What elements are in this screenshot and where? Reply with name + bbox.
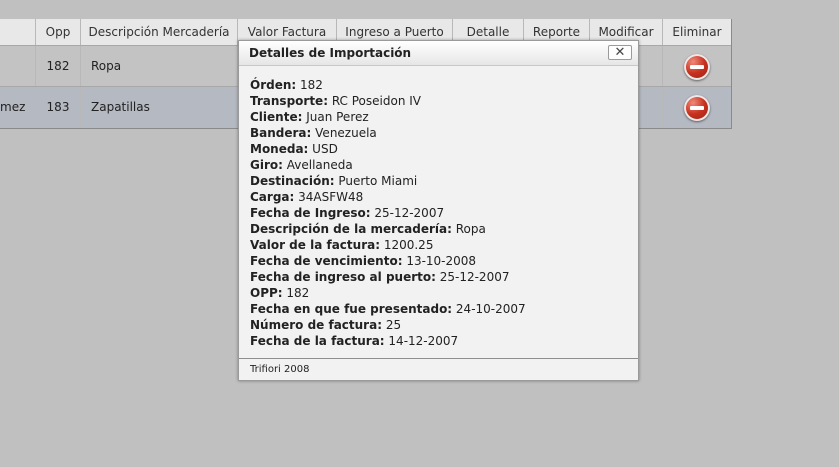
detail-label: Bandera:: [250, 126, 312, 140]
detail-value: 25: [382, 318, 402, 332]
close-button[interactable]: ✕: [608, 45, 632, 60]
dialog-title: Detalles de Importación: [249, 46, 412, 60]
detail-value: USD: [308, 142, 338, 156]
detail-label: Fecha en que fue presentado:: [250, 302, 453, 316]
detail-label: Carga:: [250, 190, 295, 204]
close-icon: ✕: [614, 45, 626, 60]
detail-value: Avellaneda: [282, 158, 353, 172]
cell-client: mez: [0, 100, 26, 114]
detail-value: 25-12-2007: [435, 270, 510, 284]
detail-value: RC Poseidon IV: [328, 94, 421, 108]
detail-label: OPP:: [250, 286, 283, 300]
detail-line: Giro: Avellaneda: [250, 157, 630, 173]
detail-label: Fecha de Ingreso:: [250, 206, 371, 220]
detail-line: Bandera: Venezuela: [250, 125, 630, 141]
cell-description: Zapatillas: [80, 87, 237, 128]
cell-delete: [662, 87, 731, 128]
detail-line: Fecha de vencimiento: 13-10-2008: [250, 253, 630, 269]
detail-label: Transporte:: [250, 94, 328, 108]
detail-line: Fecha en que fue presentado: 24-10-2007: [250, 301, 630, 317]
detail-value: 182: [296, 78, 323, 92]
detail-label: Cliente:: [250, 110, 303, 124]
cell-opp: 182: [35, 46, 80, 87]
header-client: [0, 19, 35, 45]
detail-value: Puerto Miami: [334, 174, 418, 188]
detail-value: 25-12-2007: [370, 206, 445, 220]
detail-value: Ropa: [451, 222, 486, 236]
footer-divider: [239, 358, 638, 359]
cell-description: Ropa: [80, 46, 237, 87]
cell-client: [0, 46, 35, 87]
detail-label: Giro:: [250, 158, 283, 172]
header-delete: Eliminar: [662, 19, 731, 45]
detail-label: Destinación:: [250, 174, 335, 188]
detail-value: 34ASFW48: [294, 190, 364, 204]
detail-line: Carga: 34ASFW48: [250, 189, 630, 205]
detail-value: 13-10-2008: [402, 254, 477, 268]
header-opp[interactable]: Opp: [35, 19, 80, 45]
details-list: Órden: 182 Transporte: RC Poseidon IV Clie…: [250, 77, 630, 349]
detail-label: Fecha de ingreso al puerto:: [250, 270, 436, 284]
detail-line: Descripción de la mercadería: Ropa: [250, 221, 630, 237]
detail-line: Moneda: USD: [250, 141, 630, 157]
detail-line: Valor de la factura: 1200.25: [250, 237, 630, 253]
detail-line: OPP: 182: [250, 285, 630, 301]
delete-icon[interactable]: [684, 94, 710, 121]
delete-icon[interactable]: [684, 53, 710, 80]
detail-value: 1200.25: [380, 238, 434, 252]
header-description[interactable]: Descripción Mercadería: [80, 19, 237, 45]
dialog-footer: Trifiori 2008: [250, 364, 310, 375]
detail-value: Juan Perez: [302, 110, 369, 124]
detail-label: Moneda:: [250, 142, 309, 156]
detail-label: Número de factura:: [250, 318, 382, 332]
detail-value: 24-10-2007: [452, 302, 526, 316]
detail-line: Cliente: Juan Perez: [250, 109, 630, 125]
detail-value: Venezuela: [311, 126, 377, 140]
detail-value: 182: [282, 286, 310, 300]
dialog-titlebar: Detalles de Importación ✕: [239, 41, 638, 66]
detail-line: Fecha de Ingreso: 25-12-2007: [250, 205, 630, 221]
detail-line: Fecha de la factura: 14-12-2007: [250, 333, 630, 349]
detail-label: Valor de la factura:: [250, 238, 381, 252]
detail-line: Destinación: Puerto Miami: [250, 173, 630, 189]
detail-line: Número de factura: 25: [250, 317, 630, 333]
detail-label: Fecha de la factura:: [250, 334, 385, 348]
detail-line: Fecha de ingreso al puerto: 25-12-2007: [250, 269, 630, 285]
detail-label: Descripción de la mercadería:: [250, 222, 452, 236]
detail-value: 14-12-2007: [384, 334, 459, 348]
detail-line: Órden: 182: [250, 77, 630, 93]
import-details-dialog: Detalles de Importación ✕ Órden: 182 Tran…: [238, 40, 639, 381]
detail-line: Transporte: RC Poseidon IV: [250, 93, 630, 109]
detail-label: Fecha de vencimiento:: [250, 254, 403, 268]
cell-opp: 183: [35, 87, 80, 128]
detail-label: Órden:: [250, 78, 297, 92]
cell-delete: [662, 46, 731, 87]
